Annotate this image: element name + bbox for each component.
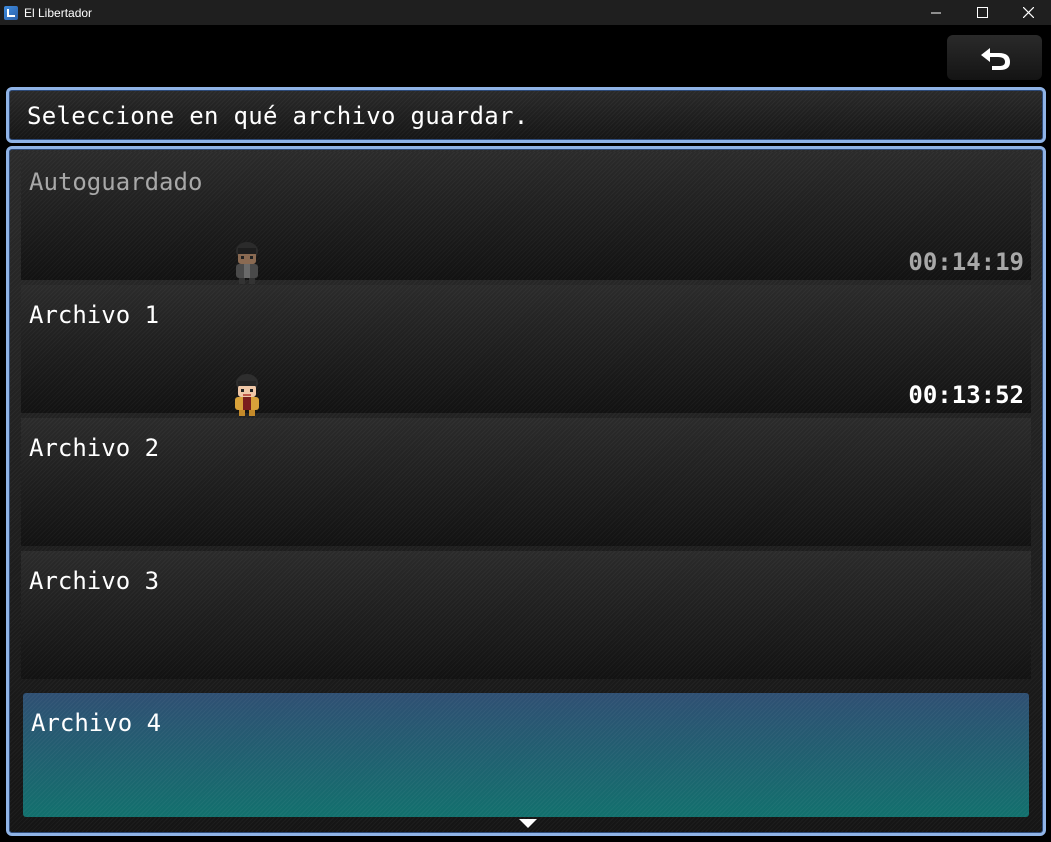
savefile-list: Autoguardado 00:14:19 Archivo 1 00:13:52… (6, 146, 1046, 836)
app-icon (4, 5, 18, 20)
slot-title: Archivo 3 (29, 567, 160, 595)
return-arrow-icon (980, 47, 1010, 70)
window-title: El Libertador (24, 5, 93, 20)
slot-playtime: 00:13:52 (908, 381, 1024, 409)
savefile-slot-autosave[interactable]: Autoguardado 00:14:19 (21, 152, 1031, 284)
slot-playtime: 00:14:19 (908, 248, 1024, 276)
minimize-icon (931, 12, 941, 13)
minimize-button[interactable] (913, 0, 959, 25)
help-text: Seleccione en qué archivo guardar. (27, 102, 529, 130)
back-button[interactable] (947, 35, 1042, 80)
slot-title: Archivo 2 (29, 434, 160, 462)
savefile-slot-3[interactable]: Archivo 3 (21, 551, 1031, 679)
character-gold-icon (235, 374, 259, 416)
window-titlebar: El Libertador (0, 0, 1051, 25)
help-window: Seleccione en qué archivo guardar. (6, 87, 1046, 143)
close-icon (1022, 7, 1034, 18)
savefile-slot-4[interactable]: Archivo 4 (23, 693, 1029, 817)
close-button[interactable] (1005, 0, 1051, 25)
maximize-button[interactable] (959, 0, 1005, 25)
savefile-slot-2[interactable]: Archivo 2 (21, 418, 1031, 546)
maximize-icon (976, 7, 988, 18)
character-dark-icon (236, 242, 258, 284)
savefile-slot-1[interactable]: Archivo 1 00:13:52 (21, 285, 1031, 416)
scroll-down-arrow-icon[interactable] (519, 819, 537, 828)
slot-title: Autoguardado (29, 168, 203, 196)
window-controls (913, 0, 1051, 25)
slot-title: Archivo 1 (29, 301, 160, 329)
slot-title: Archivo 4 (31, 709, 162, 737)
